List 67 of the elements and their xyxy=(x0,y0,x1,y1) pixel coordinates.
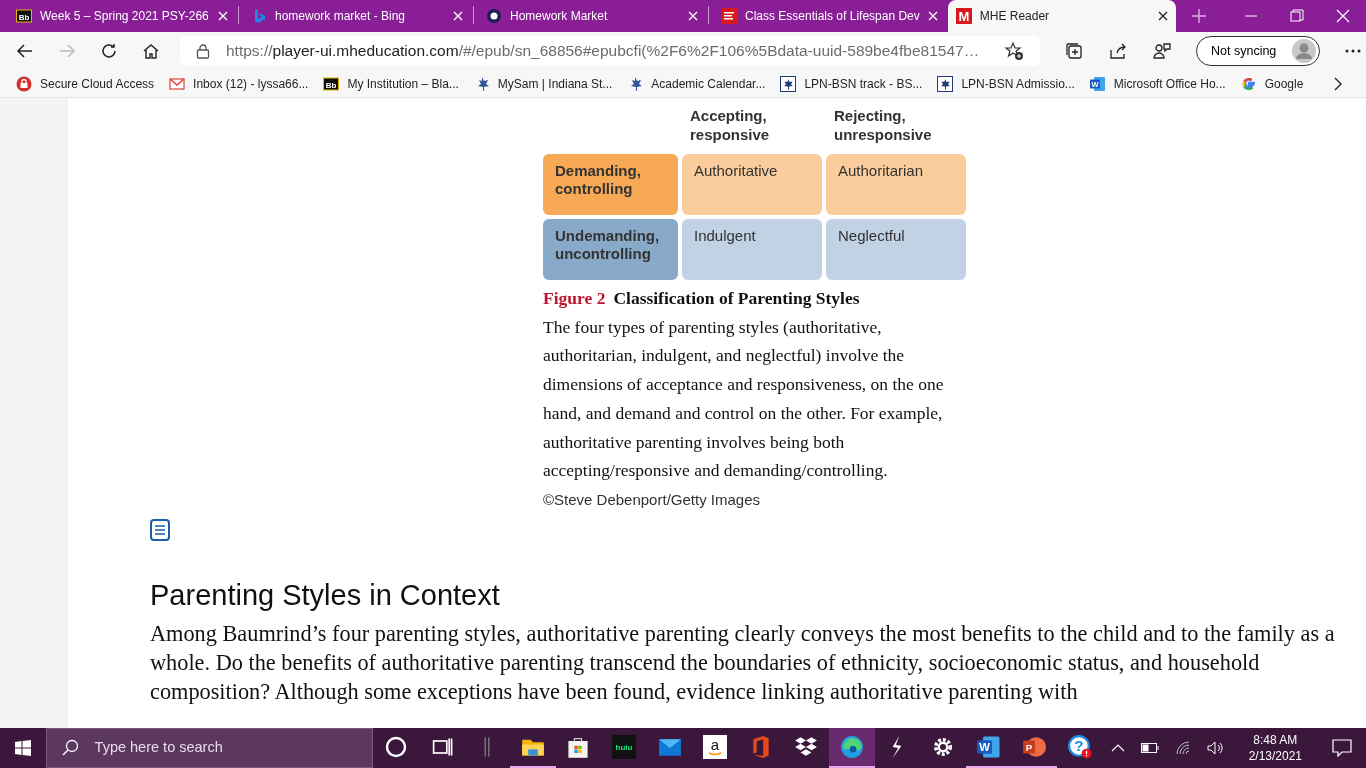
home-icon[interactable] xyxy=(142,42,160,60)
browser-tab[interactable]: Class Essentials of Lifespan Dev xyxy=(713,0,946,32)
taskbar-search-field[interactable]: Type here to search xyxy=(45,728,374,768)
bookmark[interactable]: LPN-BSN track - BS... xyxy=(780,74,923,93)
column-heading: Rejecting, unresponsive xyxy=(833,106,933,145)
blackboard-icon: Bb xyxy=(323,75,340,92)
photo-credit: ©Steve Debenport/Getty Images xyxy=(543,489,761,510)
bookmark[interactable]: Bb My Institution – Bla... xyxy=(323,74,459,93)
row-heading: Undemanding, uncontrolling xyxy=(543,219,678,280)
lock-icon[interactable] xyxy=(196,43,210,59)
add-favorite-icon[interactable] xyxy=(1004,41,1024,61)
share-icon[interactable] xyxy=(1108,41,1128,61)
row-heading: Demanding, controlling xyxy=(543,154,678,215)
amazon-icon[interactable]: a xyxy=(703,735,728,759)
bookmark[interactable]: Academic Calendar... xyxy=(627,74,766,93)
lock-icon xyxy=(16,75,32,92)
hulu-icon[interactable]: hulu xyxy=(611,735,636,759)
feedback-icon[interactable] xyxy=(1152,41,1172,61)
leaf-icon xyxy=(937,75,954,92)
style-cell: Neglectful xyxy=(826,219,966,280)
figure-caption: The four types of parenting styles (authoritative, authoritarian, indulgent, and neglectful) involve the dimensions of acceptance and responsiveness, on the one hand, and demand and control on the other. For example, authoritative parenting involves being both accepting/responsive and demanding/controlling. xyxy=(543,315,945,483)
search-icon xyxy=(60,739,79,757)
avatar-icon xyxy=(1292,39,1317,63)
circle-icon[interactable] xyxy=(383,735,408,759)
leaf-icon xyxy=(780,75,797,92)
note-icon[interactable] xyxy=(150,519,170,542)
figure-title: Classification of Parenting Styles xyxy=(613,287,860,310)
bookmark[interactable]: Secure Cloud Access xyxy=(16,74,155,93)
ring-icon xyxy=(486,8,502,24)
column-heading: Accepting, responsive xyxy=(689,106,771,145)
colored-ring-icon xyxy=(1240,75,1257,92)
restore-icon[interactable] xyxy=(1290,9,1304,23)
style-cell: Authoritative xyxy=(682,154,822,215)
bookmark[interactable]: Google xyxy=(1240,74,1304,93)
blackboard-icon: Bb xyxy=(16,8,32,24)
section-heading: Parenting Styles in Context xyxy=(150,578,501,614)
collections-icon[interactable] xyxy=(1064,41,1084,61)
style-cell: Indulgent xyxy=(682,219,822,280)
bookmark[interactable]: LPN-BSN Admissio... xyxy=(937,74,1075,93)
browser-tab[interactable]: homework market - Bing xyxy=(243,0,471,32)
wifi-icon[interactable] xyxy=(1174,740,1191,756)
browser-tab[interactable]: M MHE Reader xyxy=(947,0,1176,32)
browser-tab[interactable]: Homework Market xyxy=(478,0,706,32)
volume-icon[interactable] xyxy=(1206,740,1225,756)
help-icon[interactable]: ? xyxy=(1067,735,1092,759)
close-icon[interactable] xyxy=(1157,11,1168,21)
edge-icon[interactable] xyxy=(839,735,864,759)
notification-icon[interactable] xyxy=(1332,739,1353,757)
windows-start-icon[interactable] xyxy=(14,740,31,756)
chevron-up-icon[interactable] xyxy=(1110,744,1125,752)
battery-icon[interactable] xyxy=(1140,743,1159,753)
publisher-icon: M xyxy=(955,8,972,24)
more-icon[interactable] xyxy=(1344,49,1363,53)
bookmark[interactable]: MySam | Indiana St... xyxy=(473,74,613,93)
shopping-bag-icon[interactable] xyxy=(566,735,591,759)
mail-icon xyxy=(169,75,186,92)
figure-label: Figure 2 xyxy=(543,287,606,310)
chevron-right-icon[interactable] xyxy=(1334,76,1342,91)
back-icon[interactable] xyxy=(16,42,34,60)
new-tab-icon[interactable] xyxy=(1191,9,1206,23)
browser-tab[interactable]: Bb Week 5 – Spring 2021 PSY-266 xyxy=(8,0,236,32)
style-cell: Authoritarian xyxy=(826,154,966,215)
clock[interactable]: 8:48 AM 2/13/2021 xyxy=(1232,732,1319,764)
body-paragraph: Among Baumrind’s four parenting styles, authoritative parenting clearly conveys the most benefits to the child and to the family as a whole. Do the benefits of authoritative parenting transcend the boundaries of ethnicity, socioeconomic status, and household composition? Although some exceptions have been found, evidence linking authoritative parenting with xyxy=(150,620,1336,707)
bookmark[interactable]: Inbox (12) - lyssa66... xyxy=(169,74,309,93)
profile-button[interactable]: Not syncing xyxy=(1196,36,1321,66)
refresh-icon[interactable] xyxy=(100,42,118,60)
